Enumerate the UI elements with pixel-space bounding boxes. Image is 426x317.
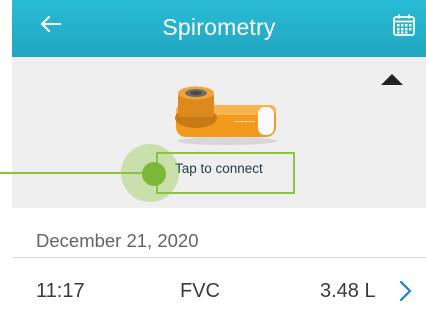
collapse-button[interactable] [381,73,403,87]
measurement-row[interactable]: 11:17 FVC 3.48 L [12,258,426,317]
tap-highlight-dot [142,162,166,186]
connect-label: Tap to connect [175,161,263,176]
chevron-right-icon[interactable] [399,280,413,302]
date-header: December 21, 2020 [12,208,426,258]
svg-text:~~~~~~: ~~~~~~ [234,120,256,126]
measurement-value: 3.48 L [320,280,376,302]
calendar-button[interactable] [392,13,416,37]
triangle-up-icon [381,74,403,85]
spirometry-screen: Spirometry ~~~~~~ Tap to connect Decembe… [0,0,426,317]
page-title: Spirometry [162,14,276,40]
spirometer-device-image[interactable]: ~~~~~~ [172,85,282,147]
date-label: December 21, 2020 [36,230,199,251]
app-header: Spirometry [12,0,426,57]
device-panel: ~~~~~~ Tap to connect [12,57,426,208]
spirometer-device-icon: ~~~~~~ [175,86,277,145]
calendar-icon [393,14,415,36]
measurement-time: 11:17 [36,280,85,302]
measurement-type: FVC [180,280,220,302]
